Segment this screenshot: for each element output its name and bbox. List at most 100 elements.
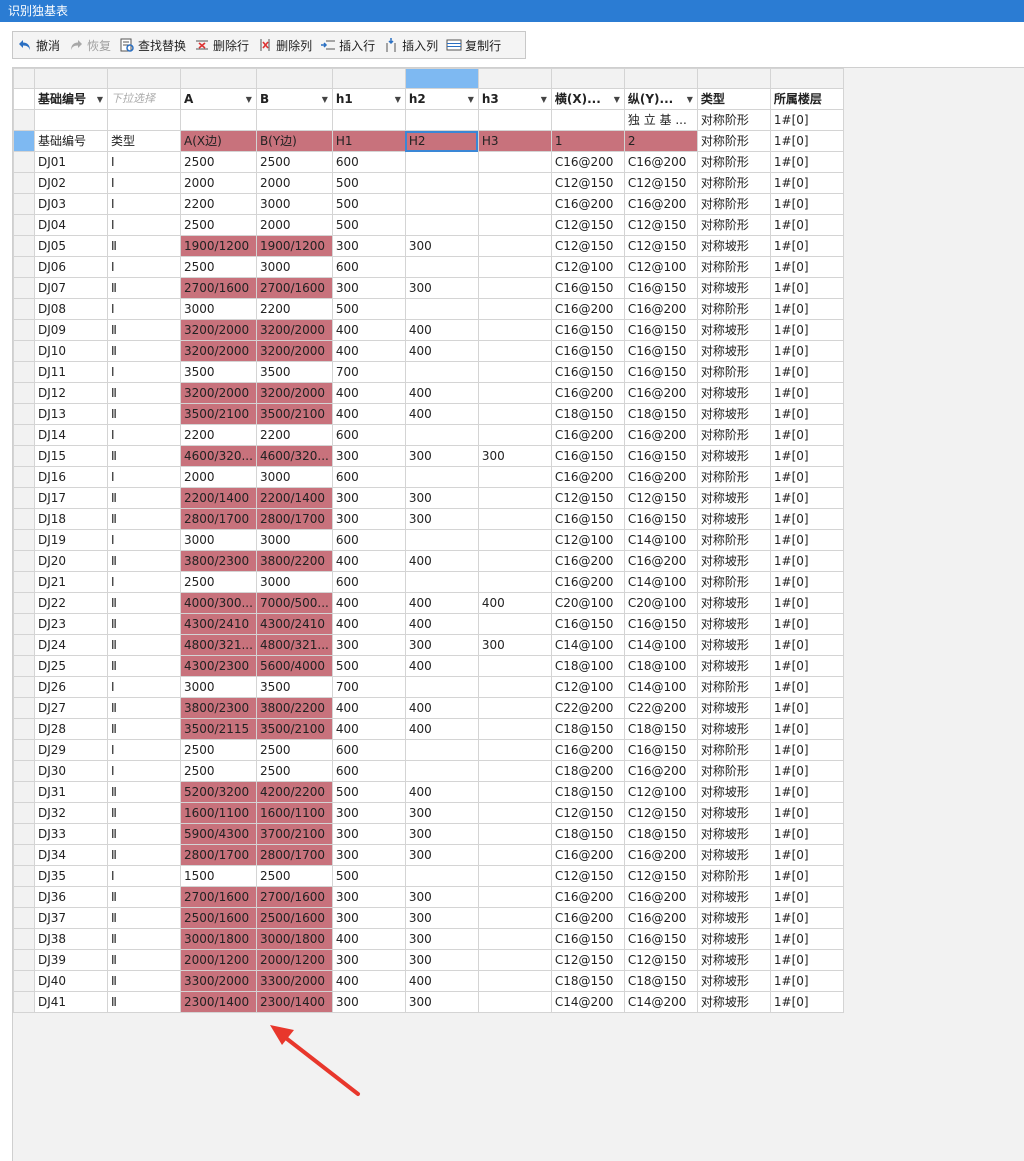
table-cell[interactable]: 500 (331, 172, 406, 194)
table-cell[interactable]: 对称坡形 (696, 319, 771, 341)
table-cell[interactable]: DJ02 (34, 172, 108, 194)
table-cell[interactable]: 1#[0] (769, 340, 844, 362)
table-cell[interactable]: C16@200 (623, 193, 698, 215)
table-cell[interactable]: C18@150 (550, 781, 625, 803)
table-cell[interactable]: 2000 (255, 172, 333, 194)
table-cell[interactable]: 2000 (180, 172, 257, 194)
table-cell[interactable]: 1#[0] (769, 319, 844, 341)
table-cell[interactable]: Ⅱ (107, 445, 181, 467)
table-cell[interactable]: 2700/1600 (255, 886, 333, 908)
table-cell[interactable]: 1#[0] (769, 172, 844, 194)
table-cell[interactable]: 600 (331, 424, 406, 446)
insert-row-button[interactable]: 插入行 (316, 33, 379, 57)
table-cell[interactable]: 1#[0] (769, 508, 844, 530)
table-cell[interactable]: 1#[0] (769, 277, 844, 299)
table-cell[interactable] (107, 109, 181, 131)
table-cell[interactable]: C16@150 (623, 928, 698, 950)
table-cell[interactable]: 300 (404, 886, 479, 908)
table-cell[interactable]: 1#[0] (769, 802, 844, 824)
table-cell[interactable]: C16@150 (623, 277, 698, 299)
table-cell[interactable]: DJ05 (34, 235, 108, 257)
table-cell[interactable]: Ⅰ (107, 676, 181, 698)
table-cell[interactable] (477, 193, 552, 215)
table-cell[interactable]: 300 (404, 844, 479, 866)
table-cell[interactable]: C22@200 (550, 697, 625, 719)
table-cell[interactable] (477, 361, 552, 383)
field-header[interactable]: 下拉选择 (107, 88, 181, 110)
row-header[interactable] (13, 781, 35, 803)
table-cell[interactable]: C12@150 (550, 865, 625, 887)
table-cell[interactable]: 300 (331, 886, 406, 908)
row-header[interactable] (13, 907, 35, 929)
table-cell[interactable]: 300 (331, 487, 406, 509)
table-cell[interactable]: 3200/2000 (255, 382, 333, 404)
table-cell[interactable]: C18@200 (550, 760, 625, 782)
table-cell[interactable]: C12@100 (623, 256, 698, 278)
row-header[interactable] (13, 592, 35, 614)
table-cell[interactable]: Ⅱ (107, 697, 181, 719)
table-cell[interactable]: 2200 (255, 424, 333, 446)
table-cell[interactable]: Ⅱ (107, 340, 181, 362)
table-cell[interactable]: 300 (404, 823, 479, 845)
table-cell[interactable]: 500 (331, 655, 406, 677)
table-cell[interactable]: C16@200 (550, 193, 625, 215)
table-cell[interactable]: 3200/2000 (255, 340, 333, 362)
table-cell[interactable]: 对称坡形 (696, 844, 771, 866)
table-cell[interactable]: 1#[0] (769, 676, 844, 698)
undo-button[interactable]: 撤消 (13, 33, 64, 57)
row-header[interactable] (13, 634, 35, 656)
table-cell[interactable]: DJ06 (34, 256, 108, 278)
table-cell[interactable]: C18@150 (623, 718, 698, 740)
table-cell[interactable]: 1#[0] (769, 634, 844, 656)
table-cell[interactable]: 500 (331, 781, 406, 803)
column-selector[interactable] (34, 68, 108, 89)
table-cell[interactable]: 1#[0] (769, 949, 844, 971)
table-cell[interactable]: DJ10 (34, 340, 108, 362)
table-cell[interactable]: Ⅰ (107, 466, 181, 488)
table-cell[interactable]: DJ11 (34, 361, 108, 383)
table-cell[interactable]: 对称坡形 (696, 235, 771, 257)
table-cell[interactable]: 4200/2200 (255, 781, 333, 803)
table-cell[interactable]: 对称坡形 (696, 886, 771, 908)
field-header[interactable]: 纵(Y)... ▼ (623, 88, 698, 110)
table-cell[interactable]: 300 (404, 487, 479, 509)
table-cell[interactable]: 500 (331, 193, 406, 215)
table-cell[interactable]: Ⅰ (107, 214, 181, 236)
table-cell[interactable]: C18@100 (623, 655, 698, 677)
table-cell[interactable]: C16@150 (623, 445, 698, 467)
table-cell[interactable]: DJ07 (34, 277, 108, 299)
table-cell[interactable]: 300 (331, 949, 406, 971)
column-selector[interactable] (107, 68, 181, 89)
table-cell[interactable]: 2300/1400 (255, 991, 333, 1013)
table-cell[interactable]: 1#[0] (769, 592, 844, 614)
table-cell[interactable]: 400 (331, 718, 406, 740)
table-cell[interactable] (477, 676, 552, 698)
table-cell[interactable]: C16@150 (623, 340, 698, 362)
corner-cell[interactable] (13, 68, 35, 89)
table-cell[interactable]: DJ37 (34, 907, 108, 929)
table-cell[interactable] (477, 613, 552, 635)
table-cell[interactable]: C16@200 (550, 907, 625, 929)
table-cell[interactable]: Ⅱ (107, 235, 181, 257)
table-cell[interactable]: 400 (477, 592, 552, 614)
table-cell[interactable]: 对称坡形 (696, 928, 771, 950)
table-cell[interactable] (477, 865, 552, 887)
table-cell[interactable]: C16@150 (550, 928, 625, 950)
table-cell[interactable]: 3200/2000 (180, 319, 257, 341)
table-cell[interactable]: C16@200 (623, 760, 698, 782)
table-cell[interactable]: Ⅱ (107, 802, 181, 824)
table-cell[interactable] (404, 214, 479, 236)
table-cell[interactable]: 3800/2200 (255, 697, 333, 719)
column-selector[interactable] (550, 68, 625, 89)
table-cell[interactable] (404, 151, 479, 173)
table-cell[interactable]: C16@150 (623, 613, 698, 635)
row-header[interactable] (13, 403, 35, 425)
field-header[interactable]: B ▼ (255, 88, 333, 110)
table-cell[interactable]: 1500 (180, 865, 257, 887)
table-cell[interactable]: DJ12 (34, 382, 108, 404)
table-cell[interactable]: 对称阶形 (696, 529, 771, 551)
table-cell[interactable]: 3500 (255, 361, 333, 383)
table-cell[interactable]: DJ13 (34, 403, 108, 425)
table-cell[interactable] (477, 487, 552, 509)
table-cell[interactable]: C12@150 (623, 802, 698, 824)
